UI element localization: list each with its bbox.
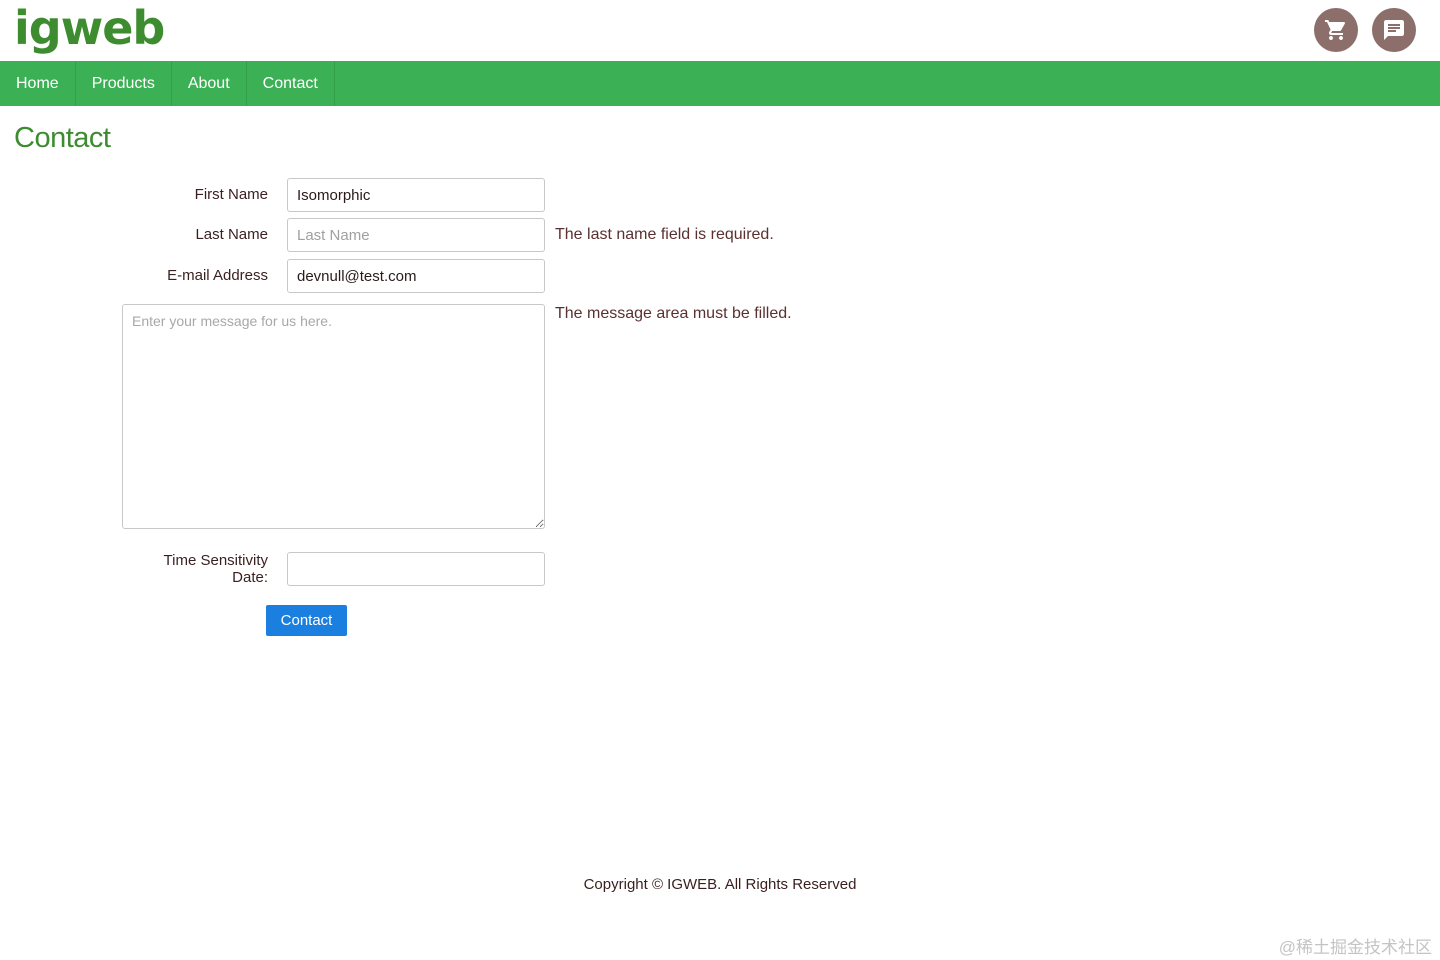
site-logo[interactable]: igweb	[14, 0, 165, 56]
last-name-error: The last name field is required.	[555, 226, 774, 243]
nav-home[interactable]: Home	[0, 61, 76, 106]
site-header: igweb	[0, 0, 1440, 61]
email-label: E-mail Address	[167, 267, 268, 284]
last-name-input[interactable]	[287, 218, 545, 252]
last-name-label: Last Name	[195, 226, 268, 243]
nav-products[interactable]: Products	[76, 61, 172, 106]
nav-contact[interactable]: Contact	[247, 61, 335, 106]
page-title: Contact	[14, 122, 111, 154]
chat-button[interactable]	[1372, 8, 1416, 52]
watermark: @稀土掘金技术社区	[1278, 938, 1432, 957]
message-textarea[interactable]	[122, 304, 545, 529]
chat-icon	[1384, 20, 1404, 40]
nav-about[interactable]: About	[172, 61, 247, 106]
shopping-cart-icon	[1325, 20, 1346, 40]
time-sensitivity-label-line2: Date:	[232, 569, 268, 586]
shopping-cart-button[interactable]	[1314, 8, 1358, 52]
time-sensitivity-label: Time Sensitivity Date:	[108, 552, 268, 586]
email-input[interactable]	[287, 259, 545, 293]
header-icons	[1314, 8, 1416, 52]
time-sensitivity-date-input[interactable]	[287, 552, 545, 586]
first-name-input[interactable]	[287, 178, 545, 212]
main-navbar: Home Products About Contact	[0, 61, 1440, 106]
footer-copyright: Copyright © IGWEB. All Rights Reserved	[583, 876, 857, 893]
first-name-label: First Name	[194, 186, 268, 203]
contact-submit-button[interactable]: Contact	[266, 605, 347, 636]
message-error: The message area must be filled.	[555, 305, 792, 322]
time-sensitivity-label-line1: Time Sensitivity	[163, 552, 268, 569]
